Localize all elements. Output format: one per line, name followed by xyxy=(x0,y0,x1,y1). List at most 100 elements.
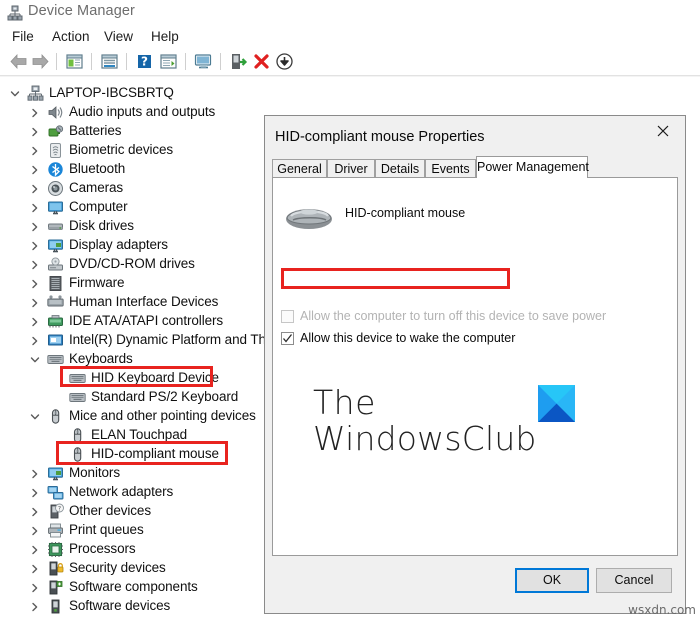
turn-off-device-label: Allow the computer to turn off this devi… xyxy=(300,309,607,323)
chevron-right-icon[interactable] xyxy=(28,141,40,160)
software-component-icon xyxy=(47,579,64,596)
chevron-right-icon[interactable] xyxy=(28,578,40,597)
cancel-button[interactable]: Cancel xyxy=(596,568,672,593)
tree-row-label: Processors xyxy=(69,541,136,556)
menu-item-file[interactable]: File xyxy=(8,27,38,46)
chevron-right-icon[interactable] xyxy=(28,312,40,331)
highlight-box-wake-checkbox xyxy=(281,268,510,289)
tree-row-label: Cameras xyxy=(69,180,124,195)
chevron-right-icon[interactable] xyxy=(28,521,40,540)
chevron-down-icon[interactable] xyxy=(28,350,40,369)
chevron-right-icon[interactable] xyxy=(28,464,40,483)
chevron-right-icon[interactable] xyxy=(28,122,40,141)
svg-text:?: ? xyxy=(141,55,148,69)
chevron-right-icon[interactable] xyxy=(28,274,40,293)
tab-details[interactable]: Details xyxy=(375,159,425,178)
toolbar-divider-shadow xyxy=(0,76,700,77)
mouse-device-icon xyxy=(283,198,335,237)
back-arrow-icon[interactable] xyxy=(8,51,29,72)
properties-icon[interactable] xyxy=(99,51,120,72)
chevron-right-icon[interactable] xyxy=(28,160,40,179)
hid-icon xyxy=(47,294,64,311)
tree-row-label: Disk drives xyxy=(69,218,134,233)
tab-general[interactable]: General xyxy=(272,159,327,178)
chevron-right-icon[interactable] xyxy=(28,597,40,616)
tree-row-label: Print queues xyxy=(69,522,144,537)
tree-row-label: Computer xyxy=(69,199,128,214)
menu-item-help[interactable]: Help xyxy=(147,27,183,46)
device-properties-dialog: HID-compliant mouse Properties General D… xyxy=(264,115,686,614)
update-driver-icon[interactable] xyxy=(228,51,249,72)
dialog-tab-strip: General Driver Details Events Power Mana… xyxy=(272,156,678,178)
tree-row-label: Batteries xyxy=(69,123,122,138)
wake-computer-checkbox[interactable] xyxy=(281,332,294,345)
scan-for-hardware-changes-icon[interactable] xyxy=(193,51,214,72)
chevron-down-icon[interactable] xyxy=(28,407,40,426)
printer-icon xyxy=(47,522,64,539)
toolbar-separator xyxy=(220,53,221,70)
chevron-right-icon[interactable] xyxy=(28,255,40,274)
menu-item-action[interactable]: Action xyxy=(48,27,94,46)
keyboard-icon xyxy=(69,389,86,406)
tab-power-management[interactable]: Power Management xyxy=(476,156,589,178)
chevron-right-icon[interactable] xyxy=(28,331,40,350)
wake-computer-label: Allow this device to wake the computer xyxy=(300,331,516,345)
turn-off-device-checkbox[interactable] xyxy=(281,310,294,323)
ide-controller-icon xyxy=(47,313,64,330)
tree-row-root[interactable]: LAPTOP-IBCSBRTQ xyxy=(0,84,700,103)
help-icon[interactable]: ? xyxy=(134,51,155,72)
chevron-right-icon[interactable] xyxy=(28,217,40,236)
intel-platform-icon xyxy=(47,332,64,349)
tree-row-label: Software devices xyxy=(69,598,171,613)
tree-row-label: IDE ATA/ATAPI controllers xyxy=(69,313,224,328)
tree-row-label: Network adapters xyxy=(69,484,174,499)
chevron-down-icon[interactable] xyxy=(8,84,20,103)
forward-arrow-icon[interactable] xyxy=(30,51,51,72)
tab-events[interactable]: Events xyxy=(425,159,476,178)
chevron-right-icon[interactable] xyxy=(28,502,40,521)
tree-row-label: Keyboards xyxy=(69,351,133,366)
chevron-right-icon[interactable] xyxy=(28,103,40,122)
tree-row-label: DVD/CD-ROM drives xyxy=(69,256,195,271)
chevron-right-icon[interactable] xyxy=(28,483,40,502)
watermark-line-2: WindowsClub xyxy=(313,419,537,458)
display-adapter-icon xyxy=(47,237,64,254)
disk-icon xyxy=(47,218,64,235)
tab-driver[interactable]: Driver xyxy=(327,159,375,178)
menu-item-view[interactable]: View xyxy=(100,27,137,46)
windowsclub-logo-icon xyxy=(538,385,575,422)
speaker-icon xyxy=(47,104,64,121)
ok-button[interactable]: OK xyxy=(515,568,589,593)
security-icon xyxy=(47,560,64,577)
camera-icon xyxy=(47,180,64,197)
disable-device-icon[interactable] xyxy=(274,51,295,72)
processor-icon xyxy=(47,541,64,558)
tree-row-label: LAPTOP-IBCSBRTQ xyxy=(49,85,174,100)
show-hide-action-pane-icon[interactable] xyxy=(158,51,179,72)
fingerprint-icon xyxy=(47,142,64,159)
chevron-right-icon[interactable] xyxy=(28,559,40,578)
firmware-icon xyxy=(47,275,64,292)
chevron-right-icon[interactable] xyxy=(28,293,40,312)
tree-row-label: Human Interface Devices xyxy=(69,294,219,309)
power-management-panel: HID-compliant mouse Allow the computer t… xyxy=(272,177,678,556)
chevron-right-icon[interactable] xyxy=(28,198,40,217)
software-device-icon xyxy=(47,598,64,615)
tree-row-label: Bluetooth xyxy=(69,161,126,176)
toolbar-separator xyxy=(56,53,57,70)
show-hide-console-tree-icon[interactable] xyxy=(64,51,85,72)
highlight-box-hid-compliant-mouse xyxy=(56,441,228,465)
uninstall-device-icon[interactable] xyxy=(251,51,272,72)
tree-row-label: ELAN Touchpad xyxy=(91,427,188,442)
tree-row-label: Display adapters xyxy=(69,237,168,252)
chevron-right-icon[interactable] xyxy=(28,236,40,255)
mouse-icon xyxy=(47,408,64,425)
toolbar-separator xyxy=(91,53,92,70)
watermark-logo: The WindowsClub xyxy=(313,383,643,473)
tree-row-label: Biometric devices xyxy=(69,142,174,157)
close-icon[interactable] xyxy=(640,116,685,146)
chevron-right-icon[interactable] xyxy=(28,540,40,559)
bluetooth-icon xyxy=(47,161,64,178)
chevron-right-icon[interactable] xyxy=(28,179,40,198)
tree-row-label: Security devices xyxy=(69,560,166,575)
